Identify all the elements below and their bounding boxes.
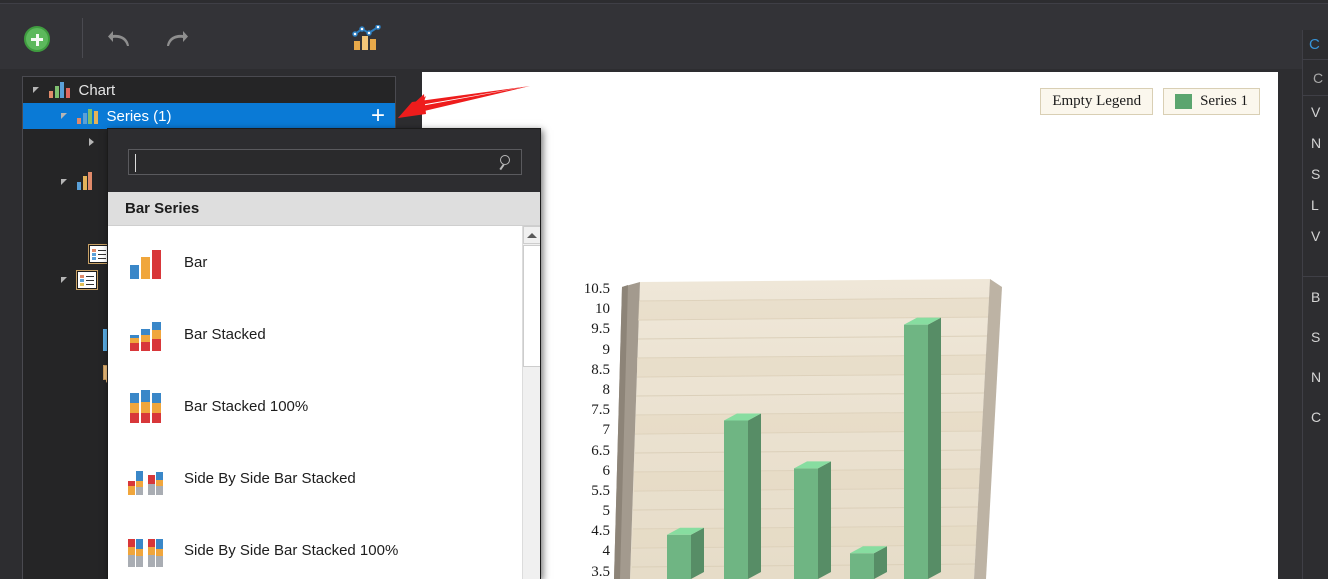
- add-circle-icon[interactable]: [20, 22, 54, 56]
- properties-item-4[interactable]: L: [1303, 189, 1328, 220]
- y-axis-tick: 6: [602, 462, 611, 479]
- y-axis-tick: 8: [602, 381, 611, 398]
- add-series-button[interactable]: +: [371, 104, 385, 128]
- side-by-side-bar-stacked-icon: [127, 461, 163, 495]
- bar-chart-icon: [77, 172, 92, 190]
- bar-side: [928, 317, 941, 579]
- properties-panel-header[interactable]: C: [1303, 30, 1328, 60]
- tree-item-label: Chart: [78, 81, 116, 99]
- y-axis-tick: 10: [595, 301, 610, 318]
- list-item-label: Bar Stacked 100%: [184, 397, 309, 415]
- tree-item-series[interactable]: Series (1) +: [23, 103, 395, 129]
- legend-series-label: Series 1: [1200, 93, 1248, 109]
- toolbar: [0, 3, 1328, 69]
- list-item-label: Side By Side Bar Stacked 100%: [184, 541, 399, 559]
- properties-item-2[interactable]: N: [1303, 127, 1328, 158]
- tree-item-label: Series (1): [106, 107, 172, 125]
- bar-front: [724, 420, 748, 579]
- search-container: [108, 129, 540, 192]
- undo-icon[interactable]: [105, 22, 139, 56]
- y-axis-tick: 4: [602, 543, 611, 560]
- expander-icon[interactable]: [89, 138, 94, 146]
- y-axis-tick: 5.5: [591, 482, 610, 499]
- series-type-list[interactable]: Bar Bar Stacked Bar Stacked 100% Side By…: [108, 226, 540, 579]
- chart-designer-window: Chart Series (1) + Empty Legend Series 1…: [0, 0, 1328, 579]
- legend-icon: [77, 271, 97, 289]
- bar-front: [850, 553, 874, 579]
- bar-icon: [128, 245, 162, 279]
- properties-panel-subheader: C: [1303, 60, 1328, 96]
- group-header-bar-series: Bar Series: [108, 192, 540, 226]
- tree-item-chart[interactable]: Chart: [23, 77, 395, 103]
- expander-icon[interactable]: [61, 112, 69, 120]
- bar-front: [904, 324, 928, 579]
- y-axis-tick: 5: [602, 503, 611, 520]
- bar-chart-icon: [49, 82, 70, 98]
- y-axis-tick: 6.5: [591, 442, 610, 459]
- properties-item-7[interactable]: S: [1303, 317, 1328, 357]
- y-axis-tick: 7: [602, 422, 611, 439]
- legend-icon: [89, 245, 109, 263]
- list-item-label: Bar Stacked: [184, 325, 266, 343]
- expander-icon[interactable]: [33, 86, 41, 94]
- properties-item-5[interactable]: V: [1303, 220, 1328, 251]
- list-item-label: Side By Side Bar Stacked: [184, 469, 356, 487]
- bar-chart-icon: [77, 108, 98, 124]
- y-axis-tick: 4.5: [591, 523, 610, 540]
- list-item-side-by-side-bar-stacked-100[interactable]: Side By Side Bar Stacked 100%: [108, 514, 540, 579]
- y-axis-tick: 9.5: [591, 321, 610, 338]
- properties-item-8[interactable]: N: [1303, 357, 1328, 397]
- properties-panel: C C V N S L V B S N C: [1302, 30, 1328, 579]
- chart-legend: Empty Legend Series 1: [1040, 88, 1260, 115]
- scrollbar-thumb[interactable]: [523, 245, 540, 367]
- expander-icon[interactable]: [61, 276, 69, 284]
- bar-front: [794, 468, 818, 579]
- legend-empty[interactable]: Empty Legend: [1040, 88, 1154, 115]
- annotation-arrow: [398, 86, 530, 118]
- bar-stacked-icon: [128, 317, 162, 351]
- bar-side: [748, 413, 761, 579]
- properties-item-9[interactable]: C: [1303, 397, 1328, 437]
- bar-stacked-100-icon: [128, 389, 162, 423]
- legend-empty-label: Empty Legend: [1052, 93, 1142, 109]
- search-input[interactable]: [128, 149, 522, 175]
- y-axis-tick: 8.5: [591, 361, 610, 378]
- y-axis-tick: 3.5: [591, 563, 610, 579]
- chart-preview[interactable]: Empty Legend Series 1 10.5 10 9.5 9 8.5 8 7.5 7…: [422, 72, 1278, 579]
- legend-swatch: [1175, 94, 1193, 109]
- list-item-side-by-side-bar-stacked[interactable]: Side By Side Bar Stacked: [108, 442, 540, 514]
- text-caret: [135, 154, 136, 172]
- list-item-bar-stacked[interactable]: Bar Stacked: [108, 298, 540, 370]
- scroll-up-button[interactable]: [523, 226, 540, 244]
- properties-divider: [1303, 251, 1328, 277]
- chart-designer-icon[interactable]: [350, 22, 384, 56]
- properties-item-6[interactable]: B: [1303, 277, 1328, 317]
- y-axis-tick: 9: [602, 341, 611, 358]
- expander-icon[interactable]: [61, 178, 69, 186]
- series-type-dropdown[interactable]: Bar Series Bar Bar Stacked Bar Stacked 1…: [107, 128, 541, 579]
- legend-series-1[interactable]: Series 1: [1163, 88, 1260, 115]
- properties-item-3[interactable]: S: [1303, 158, 1328, 189]
- list-item-bar-stacked-100[interactable]: Bar Stacked 100%: [108, 370, 540, 442]
- search-icon[interactable]: [499, 155, 513, 169]
- side-by-side-bar-stacked-100-icon: [127, 533, 163, 567]
- y-axis-labels: 10.5109.598.587.576.565.554.543.532.5: [558, 281, 611, 579]
- y-axis-tick: 7.5: [591, 402, 610, 419]
- toolbar-separator: [82, 18, 83, 58]
- plot-area: [612, 279, 1112, 579]
- bar-side: [691, 527, 704, 579]
- y-axis-tick: 10.5: [583, 281, 610, 297]
- properties-item-1[interactable]: V: [1303, 96, 1328, 127]
- bar-front: [667, 534, 691, 579]
- list-item-bar[interactable]: Bar: [108, 226, 540, 298]
- list-item-label: Bar: [184, 253, 208, 271]
- list-scrollbar[interactable]: [522, 226, 540, 579]
- bar-side: [818, 461, 831, 579]
- redo-icon[interactable]: [157, 22, 191, 56]
